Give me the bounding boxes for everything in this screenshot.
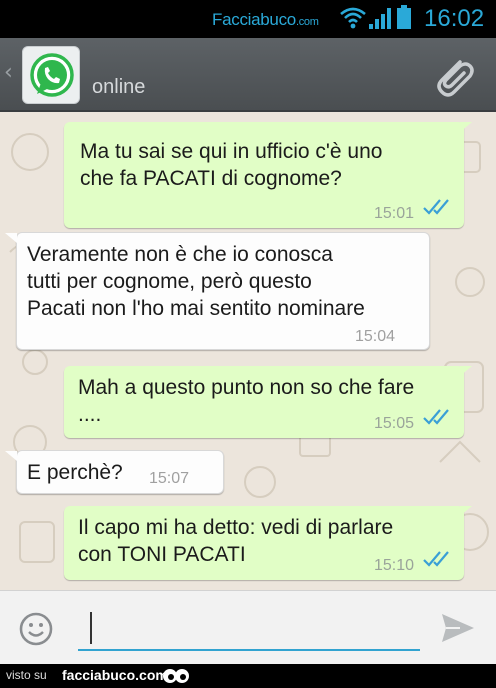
message-time: 15:10 [374, 557, 415, 574]
contact-status: online [92, 76, 146, 98]
bubble-tail [460, 506, 472, 516]
bubble-tail [5, 451, 17, 461]
message-text: Veramente non è che io conosca tutti per… [27, 243, 365, 320]
message-time: 15:01 [374, 205, 415, 222]
smiley-icon[interactable] [18, 611, 54, 647]
status-bar: Facciabuco.com 16:02 [0, 0, 496, 38]
whatsapp-logo [30, 53, 74, 97]
watermark-footer: visto su facciabuco.com [0, 664, 496, 688]
bubble-tail [5, 233, 17, 243]
send-icon[interactable] [440, 611, 476, 645]
brand-suffix: .com [295, 16, 319, 28]
message-bubble-outgoing[interactable]: Il capo mi ha detto: vedi di parlare con… [64, 506, 472, 580]
message-text: Ma tu sai se qui in ufficio c'è uno che … [80, 140, 383, 190]
eyes-logo-icon [163, 669, 189, 683]
chevron-left-icon[interactable]: ‹ [4, 60, 13, 85]
signal-icon [369, 8, 391, 29]
text-cursor [90, 612, 92, 644]
avatar[interactable] [22, 46, 80, 104]
message-time: 15:07 [149, 470, 190, 487]
chat-header: ‹ online [0, 38, 496, 112]
clock: 16:02 [424, 5, 485, 32]
message-field[interactable] [78, 605, 420, 651]
watermark-prefix: visto su [6, 668, 47, 682]
message-time: 15:04 [355, 328, 396, 345]
message-bubble-outgoing[interactable]: Ma tu sai se qui in ufficio c'è uno che … [64, 122, 472, 228]
bubble-tail [460, 366, 472, 376]
message-input[interactable] [78, 605, 420, 649]
read-ticks-icon [423, 409, 449, 425]
brand-name: Facciabuco.com [212, 10, 319, 30]
watermark-site: facciabuco.com [62, 667, 168, 683]
message-bubble-incoming[interactable]: E perchè? 15:07 [5, 450, 224, 494]
message-text: E perchè? [27, 461, 123, 484]
paperclip-icon[interactable] [430, 52, 478, 100]
conversation-area[interactable]: Ma tu sai se qui in ufficio c'è uno che … [0, 112, 496, 590]
brand-text: Facciabuco [212, 10, 296, 29]
read-ticks-icon [423, 199, 449, 215]
message-bubble-outgoing[interactable]: Mah a questo punto non so che fare .... … [64, 366, 472, 438]
message-text: Mah a questo punto non so che fare .... [78, 376, 415, 426]
message-bubble-incoming[interactable]: Veramente non è che io conosca tutti per… [5, 232, 430, 350]
message-input-bar [0, 590, 496, 664]
message-text: Il capo mi ha detto: vedi di parlare con… [78, 516, 394, 566]
battery-icon [397, 5, 411, 29]
bubble-tail [460, 122, 472, 132]
read-ticks-icon [423, 551, 449, 567]
message-time: 15:05 [374, 415, 415, 432]
wifi-icon [340, 7, 366, 29]
